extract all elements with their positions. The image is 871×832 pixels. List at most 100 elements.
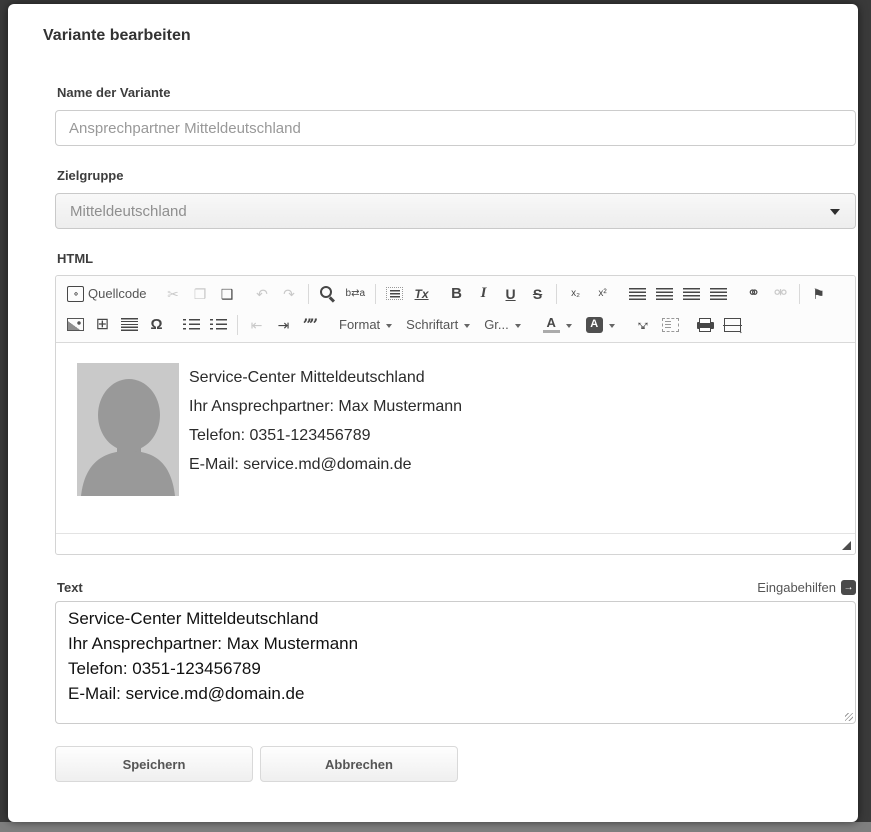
font-label: Schriftart — [406, 317, 458, 332]
zielgruppe-selected-value: Mitteldeutschland — [70, 203, 187, 220]
caret-down-icon — [515, 324, 521, 328]
find-button[interactable] — [316, 282, 339, 305]
numbered-list-button[interactable] — [180, 316, 203, 334]
anchor-icon: ⚑ — [810, 285, 827, 302]
remove-format-icon: Tx — [413, 285, 430, 302]
editor-text: Service-Center MitteldeutschlandIhr Ansp… — [77, 363, 855, 479]
background-color-icon: A — [586, 317, 603, 333]
editor-content[interactable]: Service-Center MitteldeutschlandIhr Ansp… — [56, 343, 855, 533]
subscript-icon: x₂ — [567, 285, 584, 302]
redo-button: ↷ — [278, 282, 301, 305]
toolbar-row-1: ‹›Quellcode✂❐❑↶↷b⇄aTxBIUSx₂x²⚭⚮⚑ — [62, 278, 849, 309]
maximize-button[interactable] — [632, 313, 655, 336]
undo-icon: ↶ — [254, 285, 271, 302]
caret-down-icon — [566, 324, 572, 328]
chevron-down-icon — [830, 209, 840, 215]
toolbar-separator — [308, 284, 309, 304]
editor-text-line: E-Mail: service.md@domain.de — [77, 450, 855, 479]
source-label: Quellcode — [88, 286, 147, 301]
remove-format-button[interactable]: Tx — [410, 282, 433, 305]
superscript-button[interactable]: x² — [591, 282, 614, 305]
link-button[interactable]: ⚭ — [742, 282, 765, 305]
source-button[interactable]: ‹›Quellcode — [64, 283, 150, 305]
caret-down-icon — [609, 324, 615, 328]
cancel-button[interactable]: Abbrechen — [260, 746, 458, 782]
format-combo[interactable]: Format — [334, 314, 397, 335]
toolbar-separator — [799, 284, 800, 304]
italic-icon: I — [475, 285, 492, 302]
horizontal-line-button[interactable] — [118, 315, 141, 334]
textarea-wrap: Service-Center Mitteldeutschland Ihr Ans… — [55, 601, 856, 724]
toolbar-separator — [237, 315, 238, 335]
replace-button[interactable]: b⇄a — [343, 282, 369, 305]
special-character-button[interactable]: Ω — [145, 313, 168, 336]
page-break-button[interactable] — [721, 315, 744, 335]
print-icon — [697, 322, 714, 329]
outdent-icon: ⇤ — [248, 316, 265, 333]
avatar-placeholder-image — [77, 363, 179, 496]
indent-button[interactable]: ⇥ — [272, 313, 295, 336]
show-blocks-button[interactable] — [659, 315, 682, 335]
strikethrough-icon: S — [529, 285, 546, 302]
copy-button: ❐ — [189, 282, 212, 305]
font-combo[interactable]: Schriftart — [401, 314, 475, 335]
dialog-title: Variante bearbeiten — [43, 26, 858, 46]
bold-icon: B — [448, 285, 465, 302]
underline-button[interactable]: U — [499, 282, 522, 305]
special-character-icon: Ω — [148, 316, 165, 333]
toolbar-separator — [556, 284, 557, 304]
page-break-icon — [724, 318, 741, 332]
resize-grip-icon[interactable] — [845, 713, 853, 721]
align-center-button[interactable] — [653, 285, 676, 303]
align-justify-button[interactable] — [707, 285, 730, 303]
bulleted-list-button[interactable] — [207, 316, 230, 334]
underline-icon: U — [502, 285, 519, 302]
bulleted-list-icon — [210, 319, 227, 331]
html-label: HTML — [57, 250, 856, 267]
image-button[interactable] — [64, 315, 87, 334]
editor-text-line: Ihr Ansprechpartner: Max Mustermann — [77, 392, 855, 421]
toolbar-separator — [375, 284, 376, 304]
save-button[interactable]: Speichern — [55, 746, 253, 782]
richtext-editor: ‹›Quellcode✂❐❑↶↷b⇄aTxBIUSx₂x²⚭⚮⚑ ⊞Ω⇤⇥””F… — [55, 275, 856, 555]
variant-name-input[interactable] — [55, 110, 856, 146]
caret-down-icon — [386, 324, 392, 328]
align-left-button[interactable] — [626, 285, 649, 303]
anchor-button[interactable]: ⚑ — [807, 282, 830, 305]
paste-button[interactable]: ❑ — [216, 282, 239, 305]
outdent-button: ⇤ — [245, 313, 268, 336]
table-button[interactable]: ⊞ — [91, 313, 114, 336]
bold-button[interactable]: B — [445, 282, 468, 305]
align-right-button[interactable] — [680, 285, 703, 303]
caret-down-icon — [464, 324, 470, 328]
redo-icon: ↷ — [281, 285, 298, 302]
zielgruppe-label: Zielgruppe — [57, 167, 856, 184]
cut-button: ✂ — [162, 282, 185, 305]
editor-bottom-bar — [56, 533, 855, 554]
align-center-icon — [656, 288, 673, 300]
dialog: Variante bearbeiten Name der Variante Zi… — [8, 4, 858, 822]
maximize-icon — [635, 316, 652, 333]
text-color-combo[interactable]: A — [538, 313, 577, 336]
subscript-button[interactable]: x₂ — [564, 282, 587, 305]
text-variant-textarea[interactable]: Service-Center Mitteldeutschland Ihr Ans… — [55, 601, 856, 724]
eingabehilfen-link[interactable]: Eingabehilfen → — [757, 580, 856, 595]
background-color-combo[interactable]: A — [581, 314, 620, 336]
align-justify-icon — [710, 288, 727, 300]
select-all-button[interactable] — [383, 284, 406, 303]
table-icon: ⊞ — [94, 316, 111, 333]
superscript-icon: x² — [594, 285, 611, 302]
replace-icon: b⇄a — [346, 285, 366, 302]
font-size-combo[interactable]: Gr... — [479, 314, 526, 335]
blockquote-button[interactable]: ”” — [299, 313, 322, 336]
print-button[interactable] — [694, 317, 717, 332]
strikethrough-button[interactable]: S — [526, 282, 549, 305]
insert-arrow-icon: → — [841, 580, 856, 595]
font-size-label: Gr... — [484, 317, 509, 332]
editor-toolbar: ‹›Quellcode✂❐❑↶↷b⇄aTxBIUSx₂x²⚭⚮⚑ ⊞Ω⇤⇥””F… — [56, 276, 855, 343]
zielgruppe-select[interactable]: Mitteldeutschland — [55, 193, 856, 229]
resize-handle-icon[interactable] — [842, 541, 851, 550]
link-icon: ⚭ — [745, 285, 762, 302]
italic-button[interactable]: I — [472, 282, 495, 305]
find-icon — [319, 285, 336, 302]
